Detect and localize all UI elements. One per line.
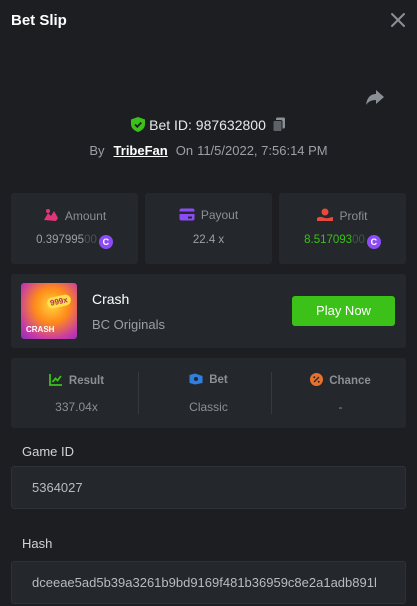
thumbnail-label: CRASH: [26, 325, 55, 334]
profit-value: 8.51709300 C: [279, 234, 406, 249]
amount-card: Amount 0.39799500 C: [11, 193, 138, 264]
profit-value-main: 8.517093: [304, 234, 353, 246]
amount-value-dim: 00: [84, 234, 97, 246]
game-name: Crash: [92, 291, 130, 307]
bet-label: Bet: [209, 374, 228, 386]
chance-value: -: [338, 400, 343, 414]
game-card: 999x CRASH Crash BC Originals Play Now: [11, 274, 406, 348]
result-column: Result 337.04x: [11, 358, 142, 428]
profit-value-dim: 00: [352, 234, 365, 246]
chance-label-row: Chance: [275, 373, 406, 387]
bet-icon: [189, 373, 203, 385]
bet-byline: By TribeFan On 11/5/2022, 7:56:14 PM: [0, 143, 417, 158]
divider: [138, 372, 139, 414]
result-card: Result 337.04x Bet Classic Chance -: [11, 358, 406, 428]
bet-column: Bet Classic: [143, 358, 274, 428]
chance-icon: [310, 373, 324, 386]
page-title: Bet Slip: [11, 12, 67, 29]
by-label: By: [89, 143, 105, 158]
profit-label-row: Profit: [279, 208, 406, 223]
chance-label: Chance: [329, 375, 371, 387]
coin-icon: C: [366, 235, 381, 249]
game-provider: BC Originals: [92, 317, 165, 332]
payout-label-row: Payout: [145, 208, 272, 222]
payout-label: Payout: [200, 208, 239, 222]
close-icon[interactable]: [389, 11, 407, 29]
divider: [271, 372, 272, 414]
bet-timestamp: 11/5/2022, 7:56:14 PM: [197, 143, 328, 158]
result-label: Result: [68, 375, 105, 387]
profit-icon: [317, 208, 334, 221]
result-label-row: Result: [11, 373, 142, 387]
hash-label: Hash: [22, 536, 53, 551]
shield-icon: [131, 117, 146, 132]
amount-icon: [43, 209, 58, 221]
bet-id: Bet ID: 987632800: [0, 117, 417, 133]
payout-value: 22.4 x: [192, 234, 225, 246]
share-icon[interactable]: [364, 86, 386, 108]
profit-label: Profit: [339, 209, 368, 223]
bet-id-text: Bet ID: 987632800: [149, 117, 266, 133]
on-label: On: [175, 143, 194, 158]
amount-label: Amount: [64, 209, 107, 223]
game-thumbnail[interactable]: 999x CRASH: [21, 283, 77, 339]
bet-stats: Amount 0.39799500 C Payout 22.4 x Profit …: [11, 193, 406, 264]
coin-icon: C: [98, 235, 113, 249]
amount-value: 0.39799500 C: [11, 234, 138, 249]
amount-value-main: 0.397995: [36, 234, 85, 246]
payout-icon: [179, 208, 195, 221]
copy-icon[interactable]: [272, 117, 286, 132]
hash-field[interactable]: dceeae5ad5b39a3261b9bd9169f481b36959c8e2…: [11, 561, 406, 604]
profit-card: Profit 8.51709300 C: [279, 193, 406, 264]
chance-column: Chance -: [275, 358, 406, 428]
play-now-button[interactable]: Play Now: [292, 296, 395, 326]
result-icon: [49, 374, 62, 386]
amount-label-row: Amount: [11, 208, 138, 223]
bet-label-row: Bet: [143, 373, 274, 386]
game-id-field[interactable]: 5364027: [11, 466, 406, 509]
payout-card: Payout 22.4 x: [145, 193, 272, 264]
bet-value: Classic: [189, 400, 228, 414]
result-value: 337.04x: [55, 400, 98, 414]
thumbnail-badge: 999x: [46, 293, 72, 310]
username-link[interactable]: TribeFan: [114, 143, 168, 158]
game-id-label: Game ID: [22, 444, 75, 459]
header: Bet Slip: [0, 0, 417, 42]
